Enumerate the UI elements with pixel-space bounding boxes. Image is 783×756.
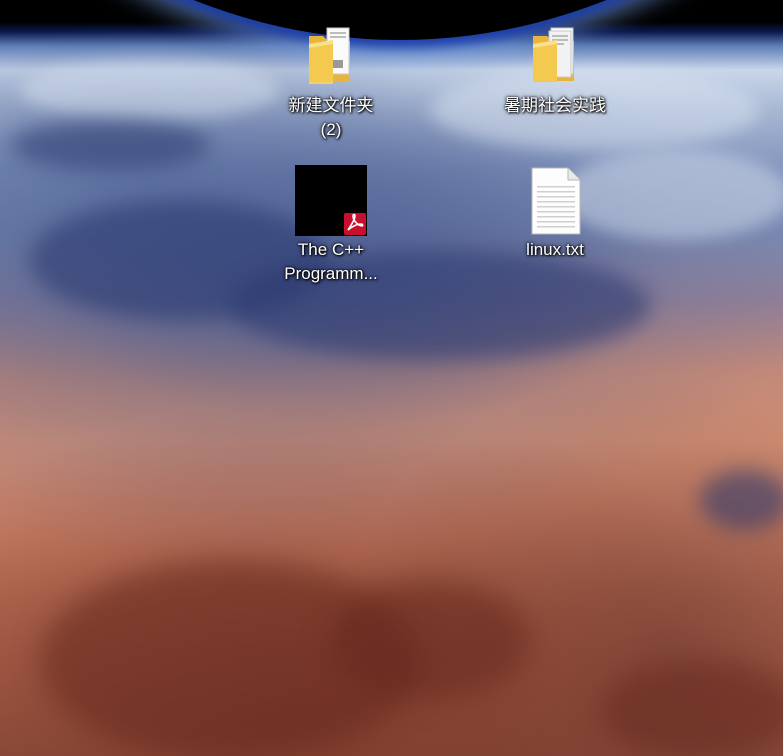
folder-icon [295, 20, 367, 92]
desktop-icon-linux-txt[interactable]: linux.txt [500, 164, 610, 262]
space-background [0, 0, 783, 40]
pdf-badge-icon [344, 213, 366, 235]
desktop-icon-new-folder-2[interactable]: 新建文件夹 (2) [276, 20, 386, 142]
desktop-icon-summer-practice-folder[interactable]: 暑期社会实践 [500, 20, 610, 118]
text-file-icon [519, 164, 591, 236]
desktop-icon-label: 新建文件夹 (2) [288, 96, 374, 139]
desktop-icon-label: The C++ Programm... [284, 240, 378, 283]
pdf-file-icon [295, 164, 367, 237]
folder-icon [519, 20, 591, 92]
desktop-icon-label: linux.txt [526, 240, 584, 259]
desktop-icon-label: 暑期社会实践 [504, 96, 606, 115]
desktop-wallpaper [0, 0, 783, 756]
desktop-icon-cpp-programming-pdf[interactable]: The C++ Programm... [276, 164, 386, 286]
